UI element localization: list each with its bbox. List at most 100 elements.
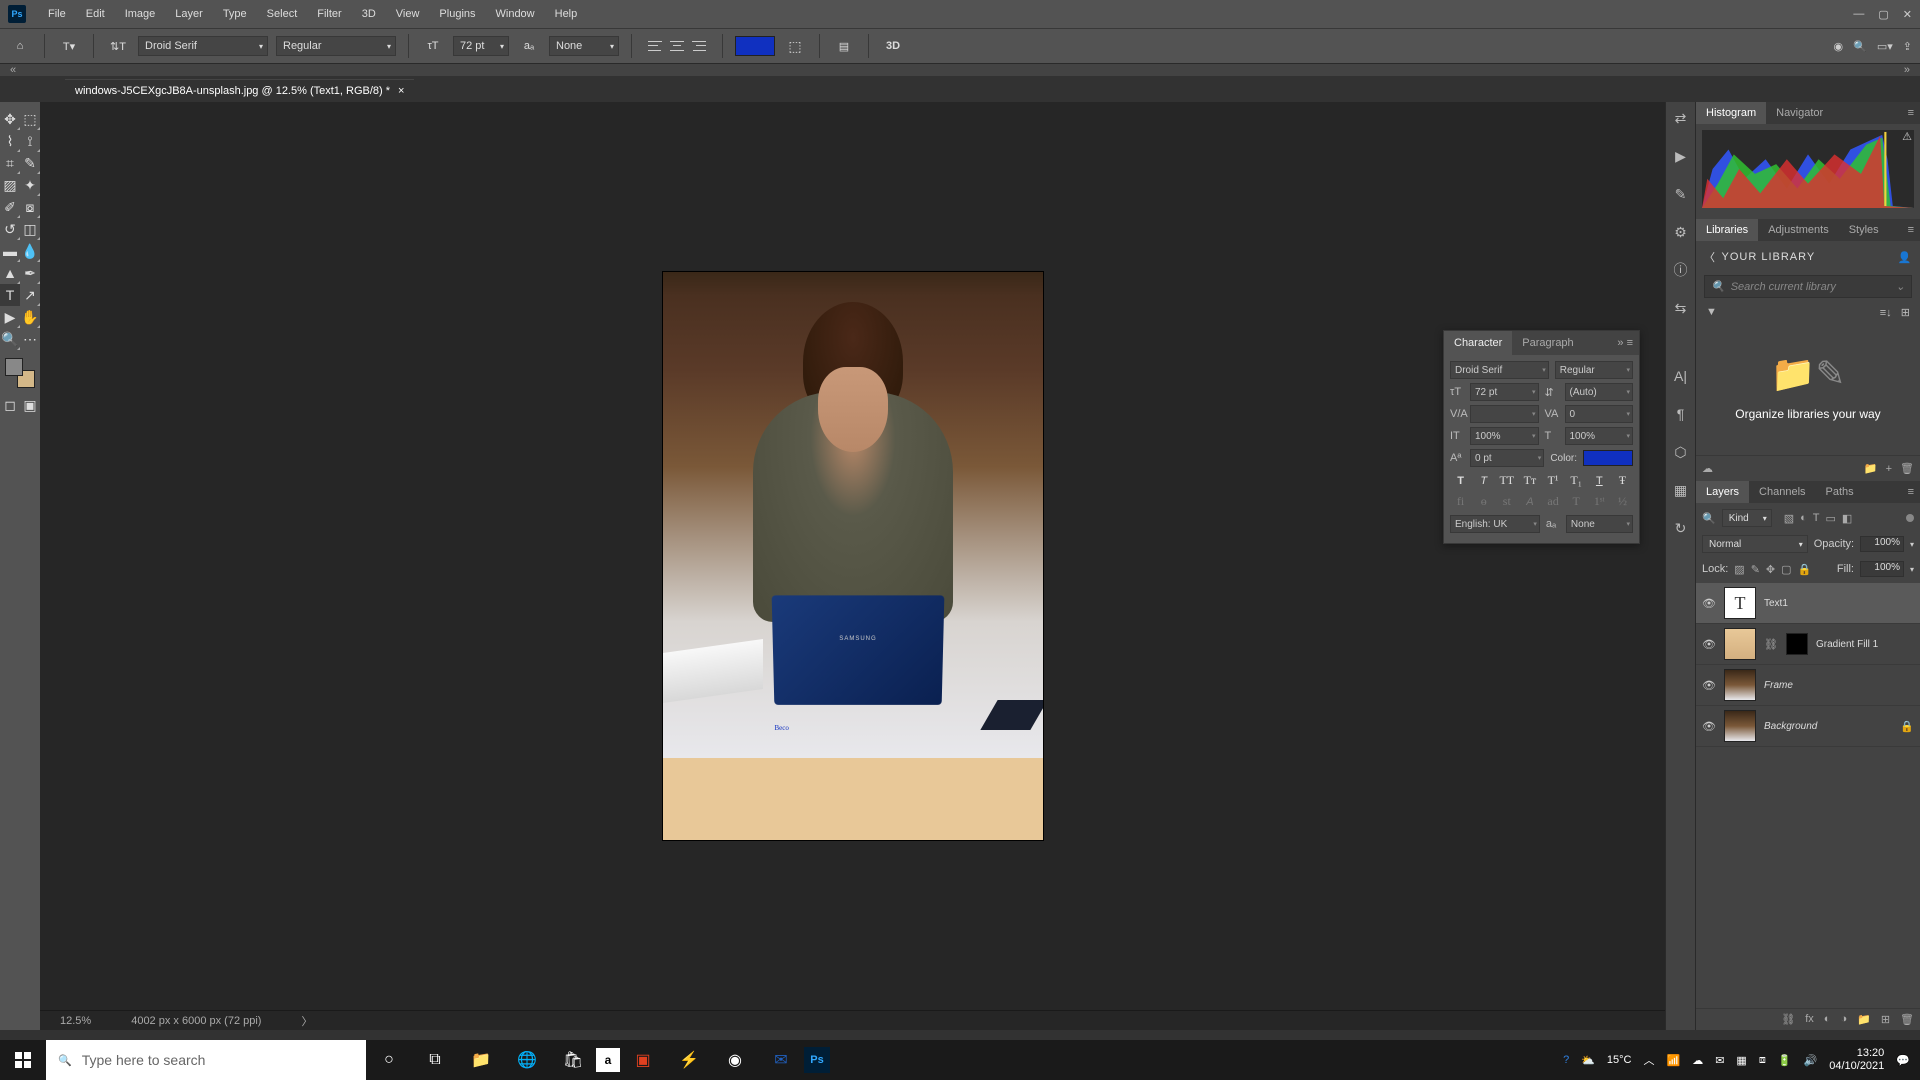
char-language-select[interactable]: English: UK [1450,515,1540,533]
action-icon[interactable]: ⇄ [1671,108,1691,128]
char-size-input[interactable]: 72 pt [1470,383,1539,401]
tab-adjustments[interactable]: Adjustments [1758,219,1839,241]
3d-button[interactable]: 3D [881,34,905,58]
swash-button[interactable]: A [1519,494,1540,509]
opacity-input[interactable]: 100% [1860,536,1904,552]
filter-shape-icon[interactable]: ▭ [1826,512,1836,525]
layer-name-label[interactable]: Text1 [1764,598,1788,609]
3d-panel-icon[interactable]: ⬡ [1671,442,1691,462]
brushes-icon[interactable]: ✎ [1671,184,1691,204]
layer-name-label[interactable]: Gradient Fill 1 [1816,639,1878,650]
tab-libraries[interactable]: Libraries [1696,219,1758,241]
screen-mode-icon[interactable]: ▣ [20,394,40,416]
amazon-icon[interactable]: a [596,1048,620,1072]
home-icon[interactable]: ⌂ [8,34,32,58]
clock[interactable]: 13:20 04/10/2021 [1829,1047,1884,1073]
group-icon[interactable]: 📁 [1857,1013,1871,1026]
visibility-toggle-icon[interactable]: 👁 [1702,720,1716,733]
color-chips[interactable] [5,358,35,388]
help-tray-icon[interactable]: ? [1563,1054,1569,1066]
paragraph-style-icon[interactable]: ¶ [1671,404,1691,424]
view-grid-icon[interactable]: ⊞ [1901,307,1910,319]
glyphs-icon[interactable]: A| [1671,366,1691,386]
tab-histogram[interactable]: Histogram [1696,102,1766,124]
swatches-icon[interactable]: ▦ [1671,480,1691,500]
filter-toggle-switch[interactable] [1906,514,1914,522]
titling-button[interactable]: T [1566,494,1587,509]
brush-tool[interactable]: ✐ [0,196,20,218]
spot-heal-tool[interactable]: ✦ [20,174,40,196]
shape-tool[interactable]: ▶ [0,306,20,328]
object-select-tool[interactable]: ⟟ [20,130,40,152]
layer-row[interactable]: 👁 ⛓ Gradient Fill 1 [1696,624,1920,665]
photoshop-taskbar-icon[interactable]: Ps [804,1047,830,1073]
char-hscale-input[interactable]: 100% [1565,427,1634,445]
panel-menu-icon[interactable]: ≡ [1902,481,1920,503]
menu-3d[interactable]: 3D [352,8,386,20]
minimize-icon[interactable]: — [1853,8,1864,21]
gradient-tool[interactable]: ▬ [0,240,20,262]
history-brush-tool[interactable]: ↺ [0,218,20,240]
char-color-swatch[interactable] [1583,450,1633,466]
share-screen-icon[interactable]: ▭▾ [1877,40,1893,53]
maximize-icon[interactable]: ▢ [1878,8,1888,21]
text-color-swatch[interactable] [735,36,775,56]
tab-navigator[interactable]: Navigator [1766,102,1833,124]
weather-temp[interactable]: 15°C [1607,1054,1632,1066]
layer-kind-select[interactable]: Kind [1722,509,1772,527]
menu-layer[interactable]: Layer [165,8,213,20]
menu-select[interactable]: Select [257,8,308,20]
fractions-button[interactable]: ½ [1612,494,1633,509]
quick-mask-icon[interactable]: ◻ [0,394,20,416]
eraser-tool[interactable]: ◫ [20,218,40,240]
allcaps-button[interactable]: TT [1496,473,1517,488]
explorer-icon[interactable]: 📁 [458,1040,504,1080]
font-size-select[interactable]: 72 pt [453,36,509,56]
superscript-button[interactable]: T¹ [1543,473,1564,488]
ordinals-button[interactable]: 1ˢᵗ [1589,494,1610,509]
menu-plugins[interactable]: Plugins [429,8,485,20]
lib-delete-icon[interactable]: 🗑 [1900,462,1914,475]
frame-tool[interactable]: ▨ [0,174,20,196]
weather-icon[interactable]: ⛅ [1581,1054,1595,1067]
lock-position-icon[interactable]: ✥ [1766,563,1775,576]
menu-image[interactable]: Image [115,8,166,20]
properties-icon[interactable]: ⇆ [1671,298,1691,318]
font-family-select[interactable]: Droid Serif [138,36,268,56]
adjustment-layer-icon[interactable]: ◑ [1840,1013,1847,1026]
menu-type[interactable]: Type [213,8,257,20]
histogram-warning-icon[interactable]: ⚠ [1902,130,1912,143]
play-icon[interactable]: ▶ [1671,146,1691,166]
layer-row[interactable]: 👁 Frame [1696,665,1920,706]
warp-text-icon[interactable]: ⬚ [783,34,807,58]
tool-preset-type-icon[interactable]: T▾ [57,34,81,58]
pen-tool[interactable]: ✒ [20,262,40,284]
lightning-icon[interactable]: ⚡ [666,1040,712,1080]
panel-collapse-strip[interactable]: «» [0,64,1920,76]
dropbox-icon[interactable]: ⧈ [1759,1054,1766,1067]
type-tool[interactable]: T [0,284,20,306]
align-right-button[interactable] [688,35,710,57]
library-user-icon[interactable]: 👤 [1898,251,1912,264]
font-weight-select[interactable]: Regular [276,36,396,56]
layer-mask-thumb[interactable] [1786,633,1808,655]
hand-tool[interactable]: ✋ [20,306,40,328]
antialias-select[interactable]: None [549,36,619,56]
battery-icon[interactable]: 🔋 [1778,1054,1792,1067]
outlook-icon[interactable]: ✉ [758,1040,804,1080]
filter-smart-icon[interactable]: ◧ [1842,512,1852,525]
underline-button[interactable]: T [1589,473,1610,488]
tray-chevron-icon[interactable]: ︿ [1644,1052,1655,1068]
menu-help[interactable]: Help [545,8,588,20]
wifi-icon[interactable]: 📶 [1667,1054,1681,1067]
path-select-tool[interactable]: ↗ [20,284,40,306]
visibility-toggle-icon[interactable]: 👁 [1702,597,1716,610]
filter-adjust-icon[interactable]: ◐ [1800,512,1807,525]
layer-name-label[interactable]: Background [1764,721,1817,732]
close-icon[interactable]: ✕ [1903,8,1912,21]
menu-window[interactable]: Window [486,8,545,20]
document-canvas[interactable]: Beco [663,272,1043,840]
layer-name-label[interactable]: Frame [1764,680,1793,691]
lock-transparent-icon[interactable]: ▨ [1734,563,1744,576]
layer-row[interactable]: 👁 T Text1 [1696,583,1920,624]
